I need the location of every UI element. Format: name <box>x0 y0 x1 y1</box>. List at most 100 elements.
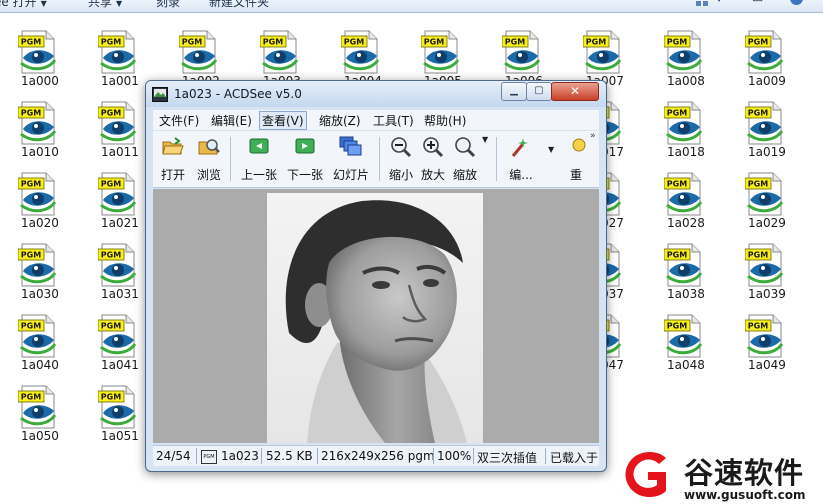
minimize-button[interactable]: ▁ <box>501 82 527 101</box>
file-item[interactable]: PGM 1a011 <box>92 95 148 163</box>
file-label: 1a048 <box>667 358 705 372</box>
file-item[interactable]: PGM 1a030 <box>12 237 68 305</box>
svg-text:PGM: PGM <box>101 180 121 189</box>
status-loaded: 已载入于 <box>550 451 599 465</box>
menu-help[interactable]: 帮助(H) <box>424 112 466 129</box>
file-label: 1a021 <box>101 216 139 230</box>
file-item[interactable]: PGM 1a029 <box>739 166 795 234</box>
toolbar-overflow-icon[interactable]: » <box>590 131 596 141</box>
maximize-button[interactable]: ▢ <box>526 82 552 101</box>
menu-bar: 文件(F) 编辑(E) 查看(V) 缩放(Z) 工具(T) 帮助(H) <box>153 110 599 130</box>
pgm-file-icon: PGM <box>501 30 541 74</box>
zoom-button[interactable]: 缩放 <box>451 135 479 183</box>
file-label: 1a008 <box>667 74 705 88</box>
zoom-dropdown-icon[interactable]: ▼ <box>482 135 488 144</box>
file-item[interactable]: PGM 1a020 <box>12 166 68 234</box>
file-item[interactable]: PGM 1a000 <box>12 24 68 92</box>
svg-text:PGM: PGM <box>748 251 768 260</box>
status-file-size: 52.5 KB <box>266 449 313 463</box>
file-item[interactable]: PGM 1a039 <box>739 237 795 305</box>
zoom-icon <box>455 137 476 158</box>
view-options-icon[interactable] <box>696 0 708 6</box>
status-bar: 24/54 PGM 1a023 52.5 KB 216x249x256 pgm … <box>153 445 599 466</box>
pgm-file-icon: PGM <box>17 314 57 358</box>
previous-button[interactable]: 上一张 <box>239 135 279 183</box>
toolbar-separator <box>379 137 380 181</box>
chevron-down-icon: ▼ <box>40 0 47 8</box>
file-item[interactable]: PGM 1a051 <box>92 379 148 447</box>
file-item[interactable]: PGM 1a028 <box>658 166 714 234</box>
file-label: 1a031 <box>101 287 139 301</box>
toolbar-separator <box>230 137 231 181</box>
menu-tools[interactable]: 工具(T) <box>373 112 414 129</box>
file-label: 1a010 <box>21 145 59 159</box>
file-item[interactable]: PGM 1a049 <box>739 308 795 376</box>
share-command[interactable]: 共享 ▼ <box>88 0 122 10</box>
status-separator <box>433 448 434 464</box>
edit-dropdown-icon[interactable]: ▼ <box>548 145 554 154</box>
svg-text:PGM: PGM <box>21 109 41 118</box>
file-label: 1a041 <box>101 358 139 372</box>
pgm-file-icon: PGM <box>744 101 784 145</box>
file-item[interactable]: PGM 1a019 <box>739 95 795 163</box>
pgm-file-icon: PGM <box>744 172 784 216</box>
file-label: 1a019 <box>748 145 786 159</box>
svg-text:PGM: PGM <box>101 109 121 118</box>
file-item[interactable]: PGM 1a041 <box>92 308 148 376</box>
menu-view[interactable]: 查看(V) <box>259 111 307 130</box>
help-icon[interactable]: ? <box>790 0 803 5</box>
svg-text:PGM: PGM <box>424 38 444 47</box>
portrait-photo <box>267 193 483 443</box>
new-folder-command[interactable]: 新建文件夹 <box>209 0 269 10</box>
open-button[interactable]: 打开 <box>159 135 187 183</box>
file-item[interactable]: PGM 1a018 <box>658 95 714 163</box>
zoom-out-button[interactable]: 缩小 <box>387 135 415 183</box>
file-item[interactable]: PGM 1a008 <box>658 24 714 92</box>
svg-text:PGM: PGM <box>263 38 283 47</box>
svg-text:PGM: PGM <box>667 109 687 118</box>
menu-zoom[interactable]: 缩放(Z) <box>319 112 361 129</box>
svg-text:PGM: PGM <box>586 38 606 47</box>
menu-file[interactable]: 文件(F) <box>159 112 199 129</box>
arrow-left-icon <box>249 138 269 154</box>
zoom-in-button[interactable]: 放大 <box>419 135 447 183</box>
file-item[interactable]: PGM 1a040 <box>12 308 68 376</box>
file-item[interactable]: PGM 1a001 <box>92 24 148 92</box>
close-button[interactable]: ✕ <box>551 82 599 101</box>
image-viewer[interactable] <box>153 189 599 443</box>
file-item[interactable]: PGM 1a009 <box>739 24 795 92</box>
file-label: 1a029 <box>748 216 786 230</box>
title-bar[interactable]: 1a023 - ACDSee v5.0 ▁ ▢ ✕ <box>146 81 606 107</box>
file-item[interactable]: PGM 1a031 <box>92 237 148 305</box>
file-item[interactable]: PGM 1a021 <box>92 166 148 234</box>
slideshow-button[interactable]: 幻灯片 <box>331 135 371 183</box>
file-item[interactable]: PGM 1a048 <box>658 308 714 376</box>
gusu-watermark: 谷速软件 www.gusuoft.com <box>622 446 822 504</box>
toolbar-separator <box>496 137 497 181</box>
preview-pane-icon[interactable]: ▭ <box>752 0 763 5</box>
file-item[interactable]: PGM 1a010 <box>12 95 68 163</box>
pgm-file-icon: PGM <box>663 172 703 216</box>
pgm-file-icon: PGM <box>744 314 784 358</box>
file-item[interactable]: PGM 1a050 <box>12 379 68 447</box>
watermark-url: www.gusuoft.com <box>684 488 806 502</box>
chevron-down-icon[interactable]: ▼ <box>716 0 722 3</box>
status-dimensions: 216x249x256 pgm <box>321 449 435 463</box>
next-button[interactable]: 下一张 <box>285 135 325 183</box>
edit-button[interactable]: 编... <box>505 135 537 183</box>
acdsee-window[interactable]: 1a023 - ACDSee v5.0 ▁ ▢ ✕ 文件(F) 编辑(E) 查看… <box>145 80 607 472</box>
zoom-out-icon <box>391 137 412 158</box>
file-label: 1a039 <box>748 287 786 301</box>
svg-text:PGM: PGM <box>505 38 525 47</box>
pgm-file-icon: PGM <box>663 314 703 358</box>
menu-edit[interactable]: 编辑(E) <box>211 112 252 129</box>
browse-button[interactable]: 浏览 <box>195 135 223 183</box>
explorer-command-bar: ee 打开▼ 共享▼ 刻录 新建文件夹 ▼ ▭ ? <box>0 0 823 13</box>
svg-text:PGM: PGM <box>667 322 687 331</box>
file-label: 1a001 <box>101 74 139 88</box>
file-item[interactable]: PGM 1a038 <box>658 237 714 305</box>
open-command[interactable]: ee 打开▼ <box>0 0 47 10</box>
more-button[interactable]: 重 <box>565 135 587 183</box>
svg-text:PGM: PGM <box>748 322 768 331</box>
burn-command[interactable]: 刻录 <box>156 0 180 10</box>
